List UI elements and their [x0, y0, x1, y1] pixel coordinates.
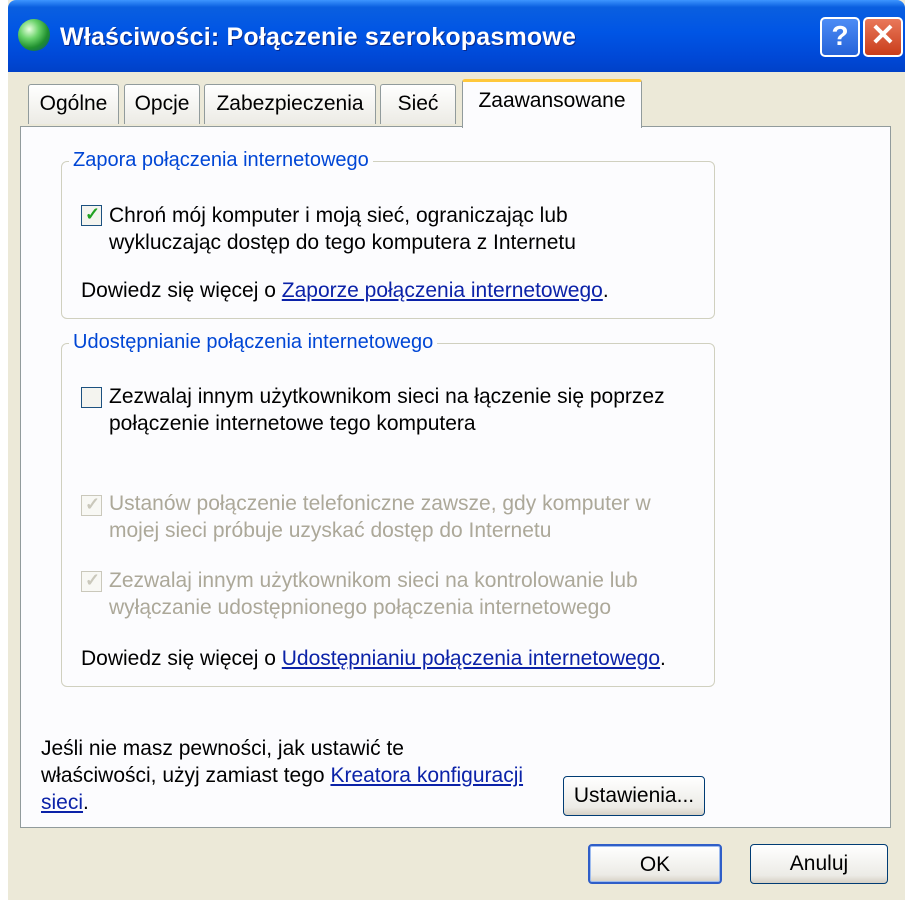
tab-ogolne[interactable]: Ogólne: [28, 84, 119, 124]
checkmark-icon: ✓: [85, 494, 101, 514]
firewall-group-label: Zapora połączenia internetowego: [69, 149, 373, 172]
close-button[interactable]: ✕: [863, 17, 903, 57]
tab-opcje[interactable]: Opcje: [124, 84, 200, 124]
sharing-learn-more: Dowiedz się więcej o Udostępnianiu połąc…: [81, 647, 666, 670]
checkmark-icon: ✓: [85, 204, 101, 224]
tab-siec[interactable]: Sieć: [380, 84, 456, 124]
window-title: Właściwości: Połączenie szerokopasmowe: [60, 23, 577, 51]
allow-sharing-checkbox[interactable]: [81, 387, 102, 408]
help-button[interactable]: ?: [820, 17, 860, 57]
settings-button[interactable]: Ustawienia...: [563, 776, 705, 816]
title-bar[interactable]: Właściwości: Połączenie szerokopasmowe ?…: [8, 0, 905, 72]
allow-sharing-label[interactable]: Zezwalaj innym użytkownikom sieci na łąc…: [109, 383, 665, 437]
allow-control-checkbox[interactable]: ✓: [81, 570, 102, 592]
dial-on-demand-checkbox[interactable]: ✓: [81, 494, 102, 516]
cancel-button[interactable]: Anuluj: [750, 844, 888, 884]
tab-zabezpieczenia[interactable]: Zabezpieczenia: [204, 84, 376, 124]
sharing-group-label: Udostępnianie połączenia internetowego: [69, 331, 438, 354]
firewall-checkbox[interactable]: ✓: [81, 204, 102, 226]
ok-button[interactable]: OK: [588, 844, 722, 884]
wizard-text: Jeśli nie masz pewności, jak ustawić te …: [41, 737, 524, 814]
allow-control-label[interactable]: Zezwalaj innym użytkownikom sieci na kon…: [109, 567, 638, 621]
wizard-link[interactable]: Kreatora konfiguracji: [330, 764, 523, 787]
checkmark-icon: ✓: [85, 570, 101, 590]
tab-panel: Zapora połączenia internetowego ✓ Chroń …: [20, 126, 891, 828]
tab-zaawansowane[interactable]: Zaawansowane: [462, 79, 642, 128]
wizard-link-cont[interactable]: sieci: [41, 791, 83, 814]
sharing-help-link[interactable]: Udostępnianiu połączenia internetowego: [282, 647, 660, 670]
firewall-learn-more: Dowiedz się więcej o Zaporze połączenia …: [81, 279, 609, 302]
properties-dialog: Właściwości: Połączenie szerokopasmowe ?…: [8, 0, 905, 900]
firewall-checkbox-label[interactable]: Chroń mój komputer i moją sieć, ogranicz…: [109, 202, 576, 256]
dial-on-demand-label[interactable]: Ustanów połączenie telefoniczne zawsze, …: [109, 490, 651, 544]
firewall-help-link[interactable]: Zaporze połączenia internetowego: [282, 279, 603, 302]
network-globe-icon: [18, 19, 50, 51]
